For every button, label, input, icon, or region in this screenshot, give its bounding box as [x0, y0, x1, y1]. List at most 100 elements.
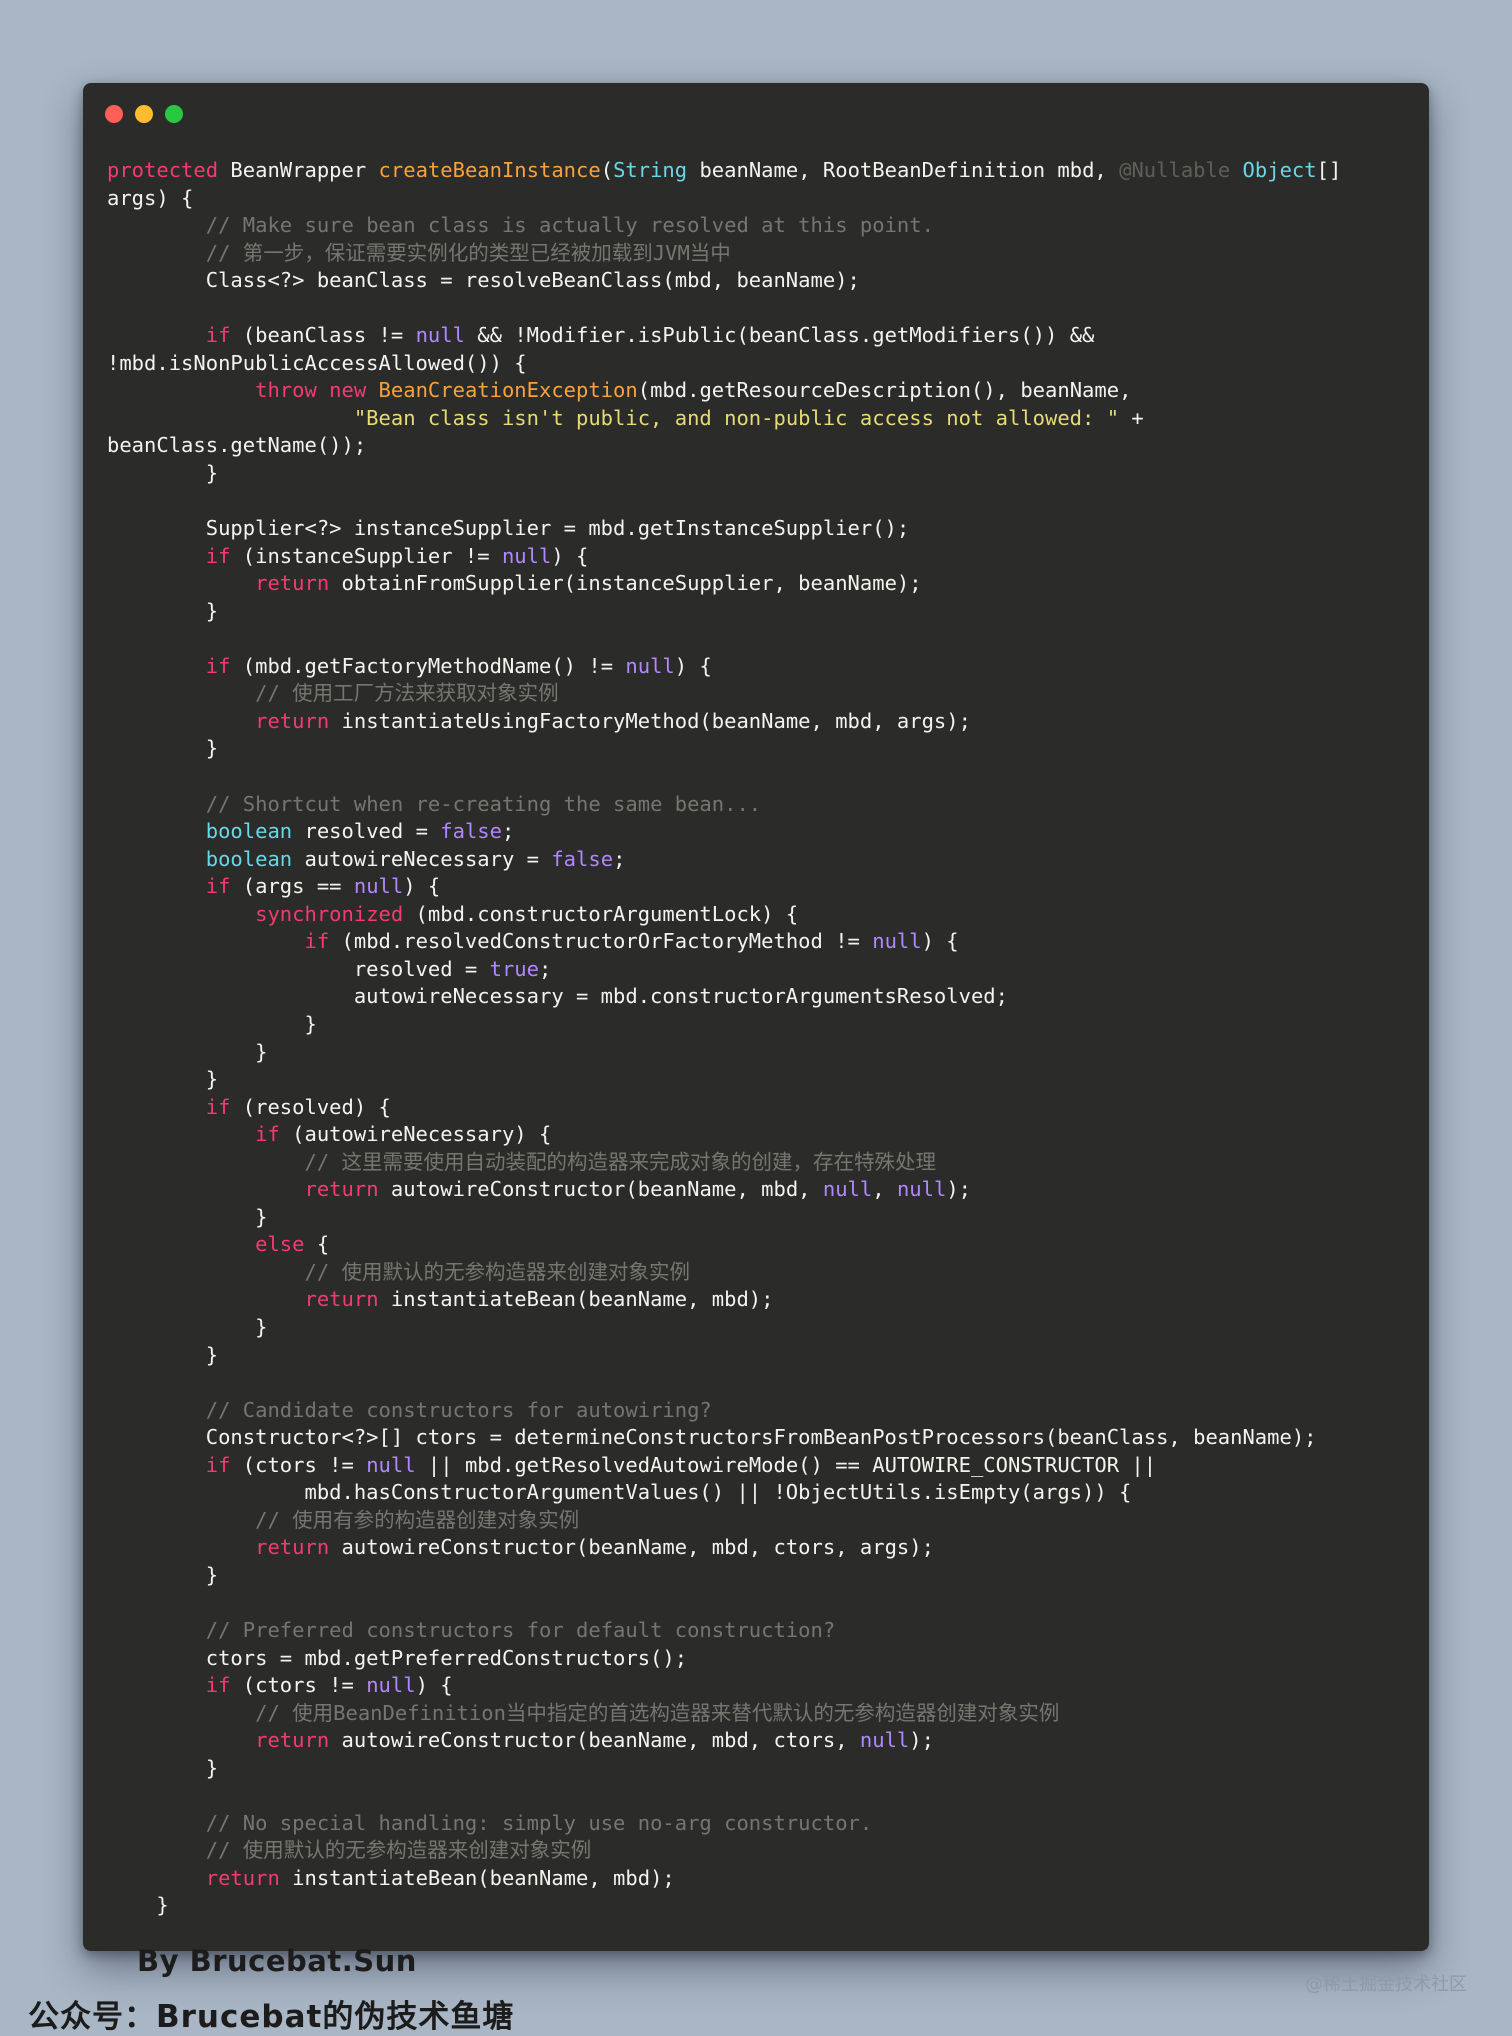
keyword-token: if: [205, 653, 231, 678]
code-text: }: [107, 461, 219, 486]
code-line: args) {: [107, 185, 1419, 213]
keyword-token: else: [255, 1232, 305, 1257]
code-text: mbd.hasConstructorArgumentValues() || !O…: [107, 1480, 1132, 1505]
comment-token: // 使用默认的无参构造器来创建对象实例: [304, 1259, 691, 1284]
code-line: }: [107, 1039, 1419, 1067]
code-line: // 这里需要使用自动装配的构造器来完成对象的创建，存在特殊处理: [107, 1149, 1419, 1177]
type-token: boolean: [205, 819, 293, 844]
code-line: Constructor<?>[] ctors = determineConstr…: [107, 1424, 1419, 1452]
code-line: }: [107, 1066, 1419, 1094]
code-line: ctors = mbd.getPreferredConstructors();: [107, 1645, 1419, 1673]
keyword-token: if: [255, 1122, 280, 1147]
keyword-token: if: [205, 1673, 231, 1698]
code-line: }: [107, 460, 1419, 488]
code-line: }: [107, 1204, 1419, 1232]
code-text: instantiateUsingFactoryMethod(beanName, …: [329, 708, 971, 733]
keyword-token: protected: [107, 158, 219, 182]
keyword-token: return: [304, 1177, 379, 1202]
code-text: || mbd.getResolvedAutowireMode() == AUTO…: [415, 1452, 1157, 1477]
keyword-token: if: [205, 874, 231, 899]
code-text: }: [107, 736, 219, 761]
zoom-button[interactable]: [165, 105, 183, 123]
code-text: (autowireNecessary) {: [279, 1122, 552, 1147]
code-line: mbd.hasConstructorArgumentValues() || !O…: [107, 1479, 1419, 1507]
code-line: if (ctors != null) {: [107, 1672, 1419, 1700]
code-line: }: [107, 1342, 1419, 1370]
literal-token: null: [896, 1177, 947, 1202]
code-text: Supplier<?> instanceSupplier = mbd.getIn…: [107, 516, 910, 541]
comment-token: // 使用工厂方法来获取对象实例: [255, 681, 559, 706]
code-text: (mbd.getResourceDescription(), beanName,: [637, 378, 1132, 403]
code-line: Supplier<?> instanceSupplier = mbd.getIn…: [107, 515, 1419, 543]
code-text: []: [1316, 158, 1342, 182]
code-text: }: [107, 1204, 268, 1229]
code-line: }: [107, 1011, 1419, 1039]
code-line: "Bean class isn't public, and non-public…: [107, 405, 1419, 433]
keyword-token: if: [205, 1094, 231, 1119]
code-line: return autowireConstructor(beanName, mbd…: [107, 1727, 1419, 1755]
code-line: if (beanClass != null && !Modifier.isPub…: [107, 322, 1419, 350]
function-token: BeanCreationException: [378, 378, 638, 403]
code-line: if (ctors != null || mbd.getResolvedAuto…: [107, 1452, 1419, 1480]
comment-token: // Preferred constructors for default co…: [205, 1617, 836, 1642]
code-text: autowireNecessary = mbd.constructorArgum…: [107, 984, 1008, 1009]
code-text: ) {: [415, 1673, 453, 1698]
code-line: else {: [107, 1231, 1419, 1259]
code-text: );: [909, 1728, 934, 1753]
keyword-token: return: [255, 571, 330, 596]
author-signature: By Brucebat.Sun: [137, 1944, 417, 1978]
type-token: boolean: [205, 846, 293, 871]
code-text: instantiateBean(beanName, mbd);: [279, 1865, 675, 1890]
code-line: synchronized (mbd.constructorArgumentLoc…: [107, 901, 1419, 929]
code-window: protected BeanWrapper createBeanInstance…: [83, 83, 1429, 1951]
code-text: Class<?> beanClass = resolveBeanClass(mb…: [107, 268, 860, 293]
close-button[interactable]: [105, 105, 123, 123]
comment-token: // No special handling: simply use no-ar…: [205, 1810, 873, 1835]
code-line: // Preferred constructors for default co…: [107, 1617, 1419, 1645]
keyword-token: if: [205, 323, 231, 348]
comment-token: // 使用BeanDefinition当中指定的首选构造器来替代默认的无参构造器…: [255, 1700, 1060, 1725]
comment-token: // 使用默认的无参构造器来创建对象实例: [205, 1838, 592, 1863]
code-text: Constructor<?>[] ctors = determineConstr…: [107, 1425, 1317, 1450]
keyword-token: if: [205, 1452, 231, 1477]
code-text: +: [1119, 405, 1144, 430]
literal-token: null: [872, 929, 922, 954]
literal-token: null: [353, 874, 404, 899]
code-text: resolved =: [292, 819, 441, 844]
keyword-token: if: [205, 543, 231, 568]
code-line: }: [107, 1892, 1419, 1920]
function-token: createBeanInstance: [378, 158, 601, 182]
minimize-button[interactable]: [135, 105, 153, 123]
code-line: if (instanceSupplier != null) {: [107, 543, 1419, 571]
keyword-token: return: [255, 708, 330, 733]
code-line: // Candidate constructors for autowiring…: [107, 1397, 1419, 1425]
code-text: ;: [538, 956, 552, 981]
code-line: // No special handling: simply use no-ar…: [107, 1810, 1419, 1838]
keyword-token: synchronized: [255, 901, 404, 926]
window-controls: [105, 105, 183, 123]
code-text: BeanWrapper: [218, 158, 379, 182]
code-line: }: [107, 1562, 1419, 1590]
code-line: return autowireConstructor(beanName, mbd…: [107, 1534, 1419, 1562]
code-line: resolved = true;: [107, 956, 1419, 984]
code-text: (mbd.getFactoryMethodName() !=: [230, 653, 626, 678]
